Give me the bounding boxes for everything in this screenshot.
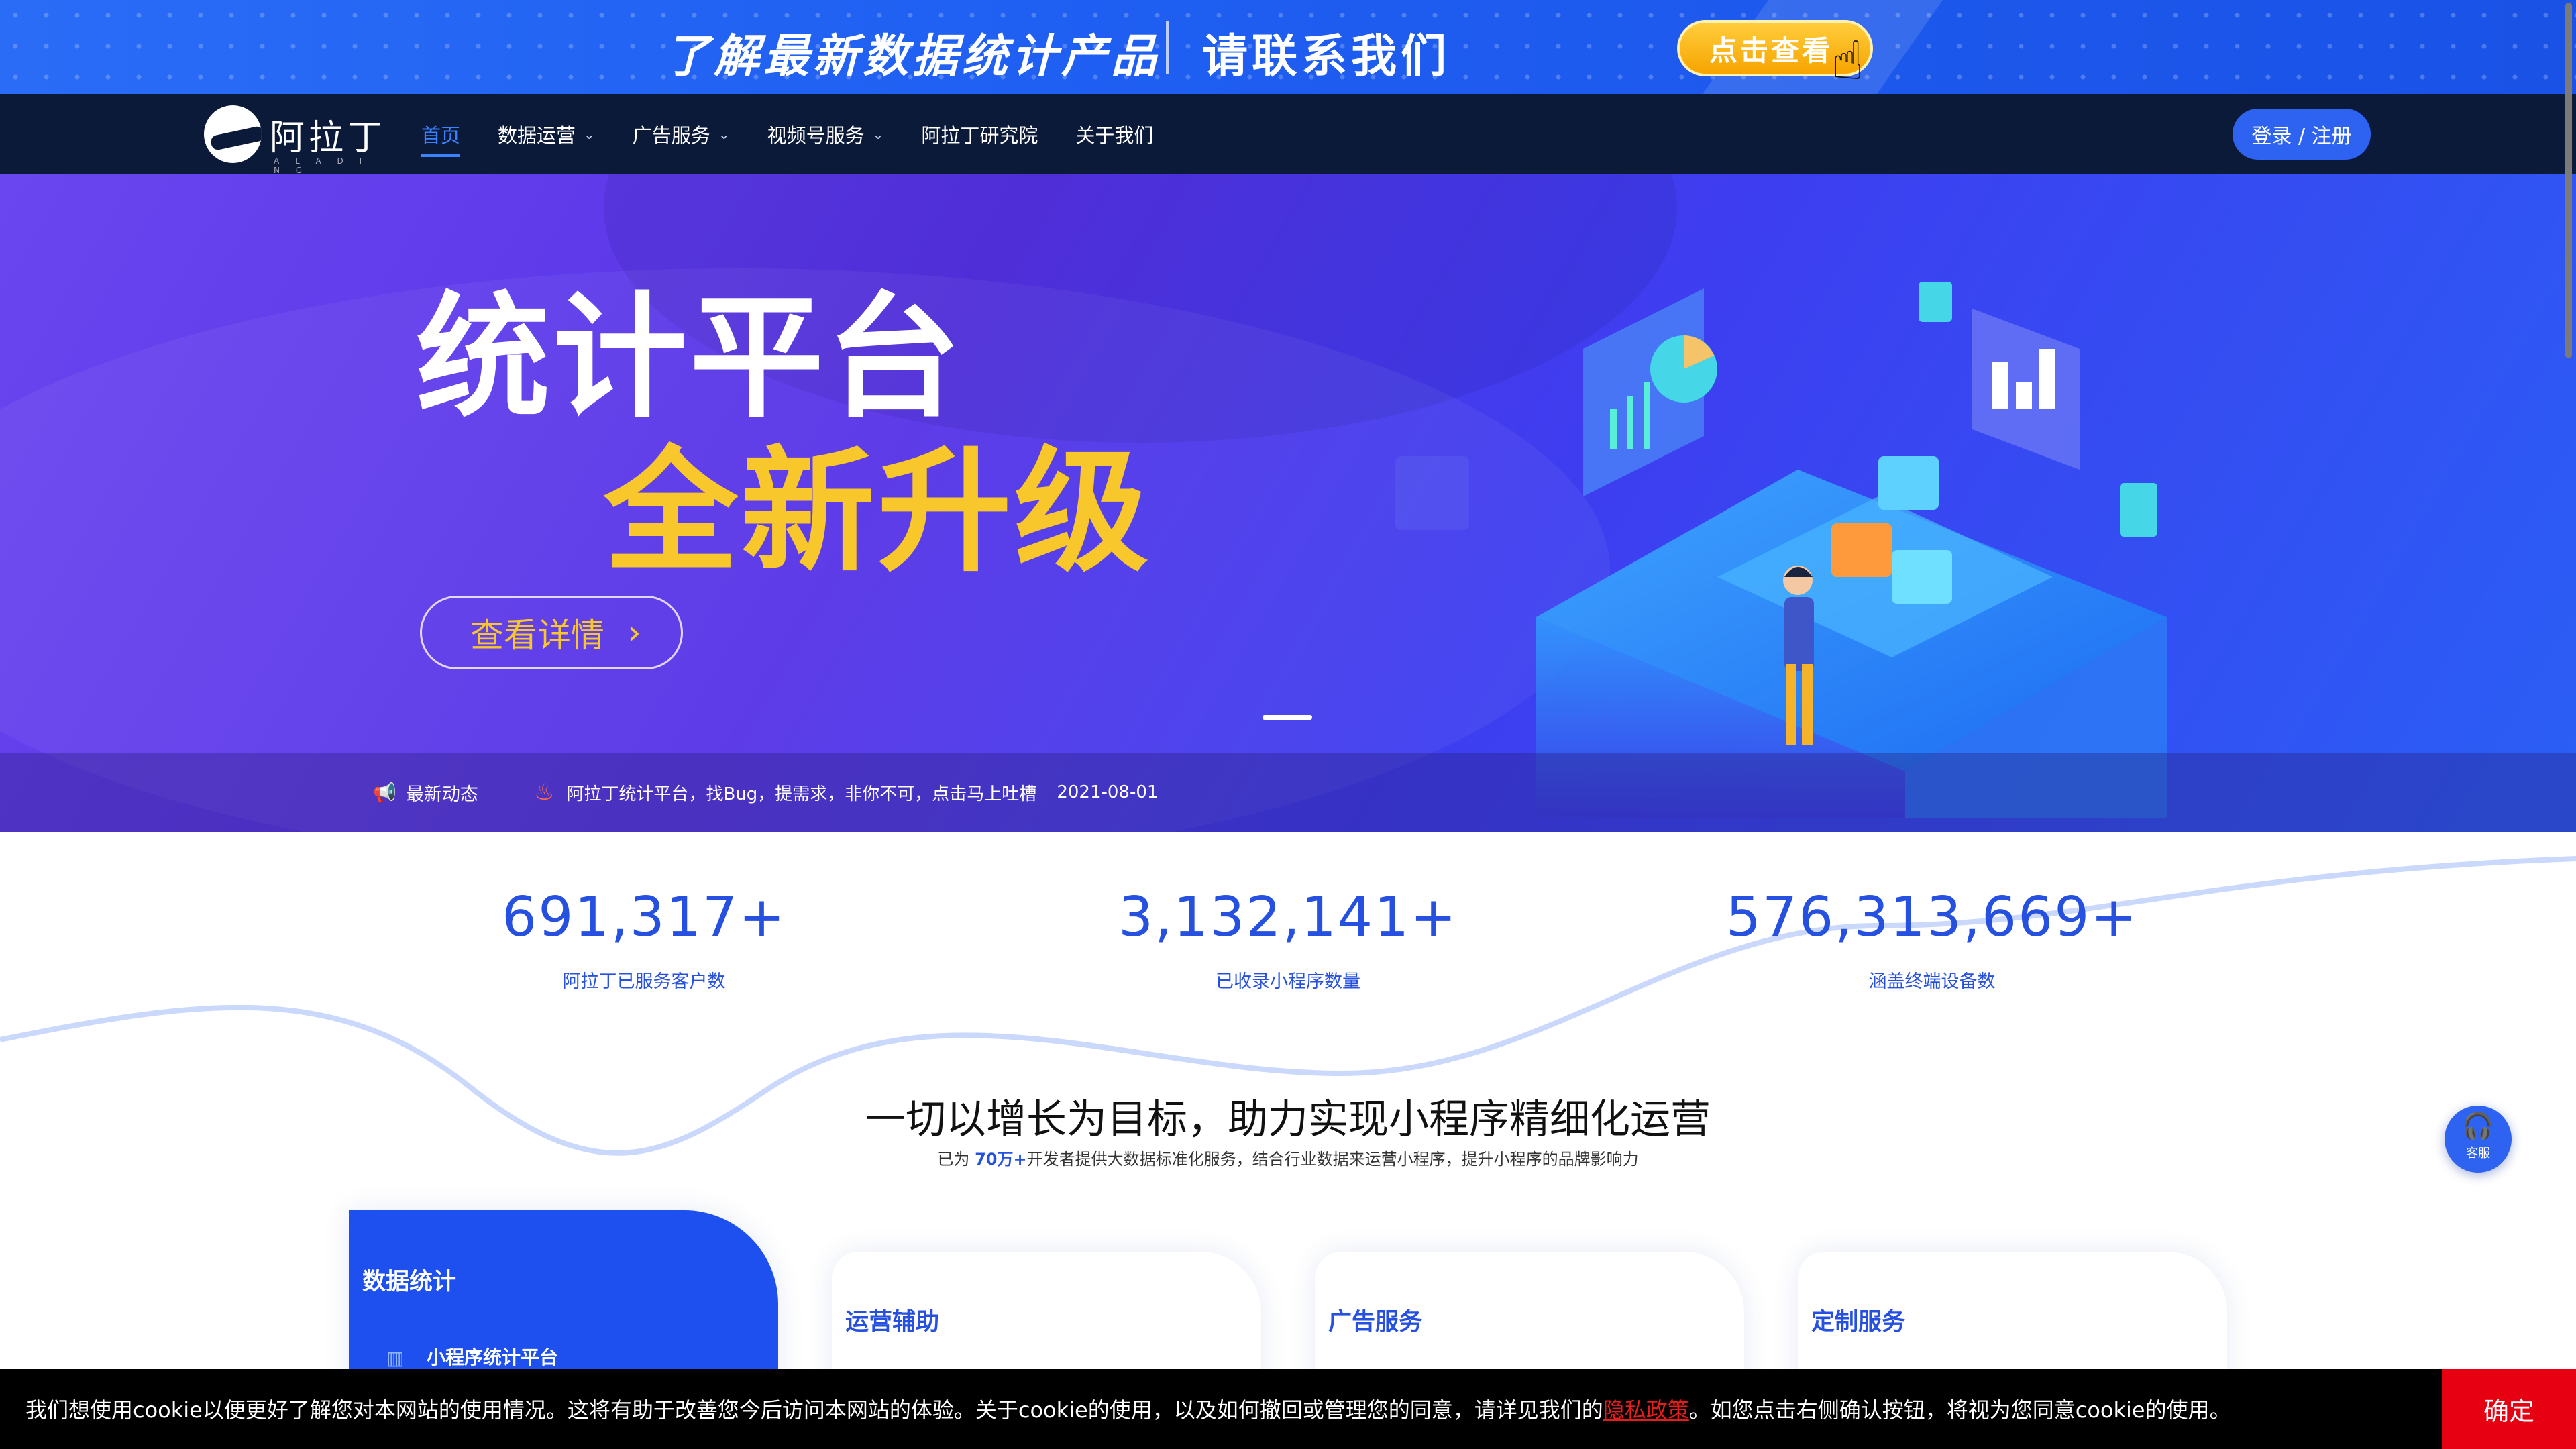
section-subtitle-prefix: 已为 [937, 1150, 975, 1169]
promo-divider [1166, 21, 1169, 74]
customer-service-button[interactable]: 🎧 客服 [2445, 1106, 2512, 1173]
section-subtitle: 已为 70万+开发者提供大数据标准化服务，结合行业数据来运营小程序，提升小程序的… [0, 1146, 2576, 1169]
logo-text: 阿拉丁 [270, 117, 387, 158]
nav-item-label: 视频号服务 [767, 124, 865, 147]
hero-title-line2: 全新升级 [604, 433, 1152, 590]
customer-service-label: 客服 [2466, 1146, 2490, 1161]
nav-item-research-institute[interactable]: 阿拉丁研究院 [921, 94, 1038, 174]
nav-item-ad-services[interactable]: 广告服务 ⌄ [633, 94, 730, 174]
stat-customers: 691,317+ 阿拉丁已服务客户数 [409, 885, 879, 993]
cookie-confirm-button[interactable]: 确定 [2442, 1368, 2576, 1449]
cookie-consent-bar: 我们想使用cookie以便更好了解您对本网站的使用情况。这将有助于改善您今后访问… [0, 1368, 2576, 1449]
nav-item-label: 阿拉丁研究院 [921, 124, 1038, 147]
nav-item-label: 关于我们 [1075, 124, 1154, 147]
card-item-mini-program-stats[interactable]: 小程序统计平台 [427, 1343, 558, 1370]
cookie-text-after: 。如您点击右侧确认按钮，将视为您同意cookie的使用。 [1688, 1397, 2231, 1423]
logo-subtitle: A L A D I N G [274, 156, 369, 175]
bar-chart-icon: ▥ [386, 1347, 405, 1369]
view-details-button[interactable]: 查看详情 › [420, 596, 683, 669]
news-item[interactable]: ♨ 阿拉丁统计平台，找Bug，提需求，非你不可，点击马上吐槽 2021-08-0… [534, 753, 1158, 832]
chevron-right-icon: › [627, 612, 641, 653]
logo[interactable]: 阿拉丁 A L A D I N G [204, 105, 387, 175]
scrollbar-thumb[interactable] [2565, 3, 2572, 358]
stat-label: 阿拉丁已服务客户数 [562, 971, 726, 992]
nav-menu: 首页 数据运营 ⌄ 广告服务 ⌄ 视频号服务 ⌄ 阿拉丁研究院 关于我们 [421, 94, 1191, 174]
card-title: 广告服务 [1328, 1309, 1423, 1336]
main-navbar: 阿拉丁 A L A D I N G 首页 数据运营 ⌄ 广告服务 ⌄ 视频号服务… [0, 94, 2576, 175]
nav-item-about-us[interactable]: 关于我们 [1075, 94, 1153, 174]
stat-mini-programs: 3,132,141+ 已收录小程序数量 [1053, 885, 1523, 993]
stat-value: 691,317+ [502, 885, 786, 949]
view-details-label: 查看详情 [470, 616, 604, 655]
isometric-platform-illustration [1395, 282, 2167, 818]
chevron-down-icon: ⌄ [584, 126, 595, 142]
nav-item-label: 广告服务 [632, 124, 710, 147]
section-title: 一切以增长为目标，助力实现小程序精细化运营 [865, 1096, 1711, 1143]
stat-label: 涵盖终端设备数 [1868, 971, 1996, 992]
card-title: 运营辅助 [845, 1309, 940, 1336]
stat-value: 576,313,669+ [1725, 885, 2139, 949]
cookie-text-before: 我们想使用cookie以便更好了解您对本网站的使用情况。这将有助于改善您今后访问… [25, 1397, 1603, 1423]
nav-item-label: 数据运营 [498, 124, 576, 147]
card-title: 数据统计 [362, 1269, 457, 1295]
section-subtitle-highlight: 70万+ [975, 1150, 1027, 1169]
news-date: 2021-08-01 [1057, 782, 1159, 802]
nav-item-home[interactable]: 首页 [421, 94, 461, 174]
promo-contact: 请联系我们 [1202, 30, 1451, 83]
login-register-button[interactable]: 登录 / 注册 [2233, 109, 2371, 160]
headset-icon: 🎧 [2462, 1111, 2494, 1140]
fire-icon: ♨ [534, 779, 555, 806]
megaphone-icon: 📢 [373, 781, 396, 804]
privacy-policy-link[interactable]: 隐私政策 [1603, 1393, 1689, 1424]
nav-item-label: 首页 [421, 124, 461, 147]
cookie-text: 我们想使用cookie以便更好了解您对本网站的使用情况。这将有助于改善您今后访问… [25, 1368, 2231, 1449]
card-title: 定制服务 [1811, 1309, 1906, 1336]
chevron-down-icon: ⌄ [872, 126, 884, 142]
nav-item-video-services[interactable]: 视频号服务 ⌄ [767, 94, 884, 174]
carousel-indicator[interactable] [1263, 715, 1312, 720]
latest-news-text: 最新动态 [405, 784, 478, 805]
promo-banner[interactable]: 了解最新数据统计产品 请联系我们 点击查看 ☝ [0, 0, 2576, 94]
hero-carousel[interactable]: 统计平台 全新升级 查看详情 › 📢 最新动态 ♨ 阿拉丁统计平台，找Bug，提… [0, 174, 2576, 832]
pointer-hand-icon: ☝ [1831, 30, 1864, 92]
latest-news-label: 📢 最新动态 [373, 753, 478, 832]
nav-item-data-operations[interactable]: 数据运营 ⌄ [498, 94, 595, 174]
promo-title: 了解最新数据统计产品 [664, 30, 1161, 83]
section-subtitle-suffix: 开发者提供大数据标准化服务，结合行业数据来运营小程序，提升小程序的品牌影响力 [1026, 1150, 1639, 1169]
stat-label: 已收录小程序数量 [1216, 971, 1360, 992]
stat-value: 3,132,141+ [1118, 885, 1458, 949]
stat-devices: 576,313,669+ 涵盖终端设备数 [1697, 885, 2167, 993]
news-bar: 📢 最新动态 ♨ 阿拉丁统计平台，找Bug，提需求，非你不可，点击马上吐槽 20… [0, 753, 2576, 832]
news-headline: 阿拉丁统计平台，找Bug，提需求，非你不可，点击马上吐槽 [566, 784, 1037, 804]
logo-icon [204, 105, 262, 163]
page-scrollbar[interactable] [2561, 0, 2576, 1368]
chevron-down-icon: ⌄ [718, 126, 730, 142]
